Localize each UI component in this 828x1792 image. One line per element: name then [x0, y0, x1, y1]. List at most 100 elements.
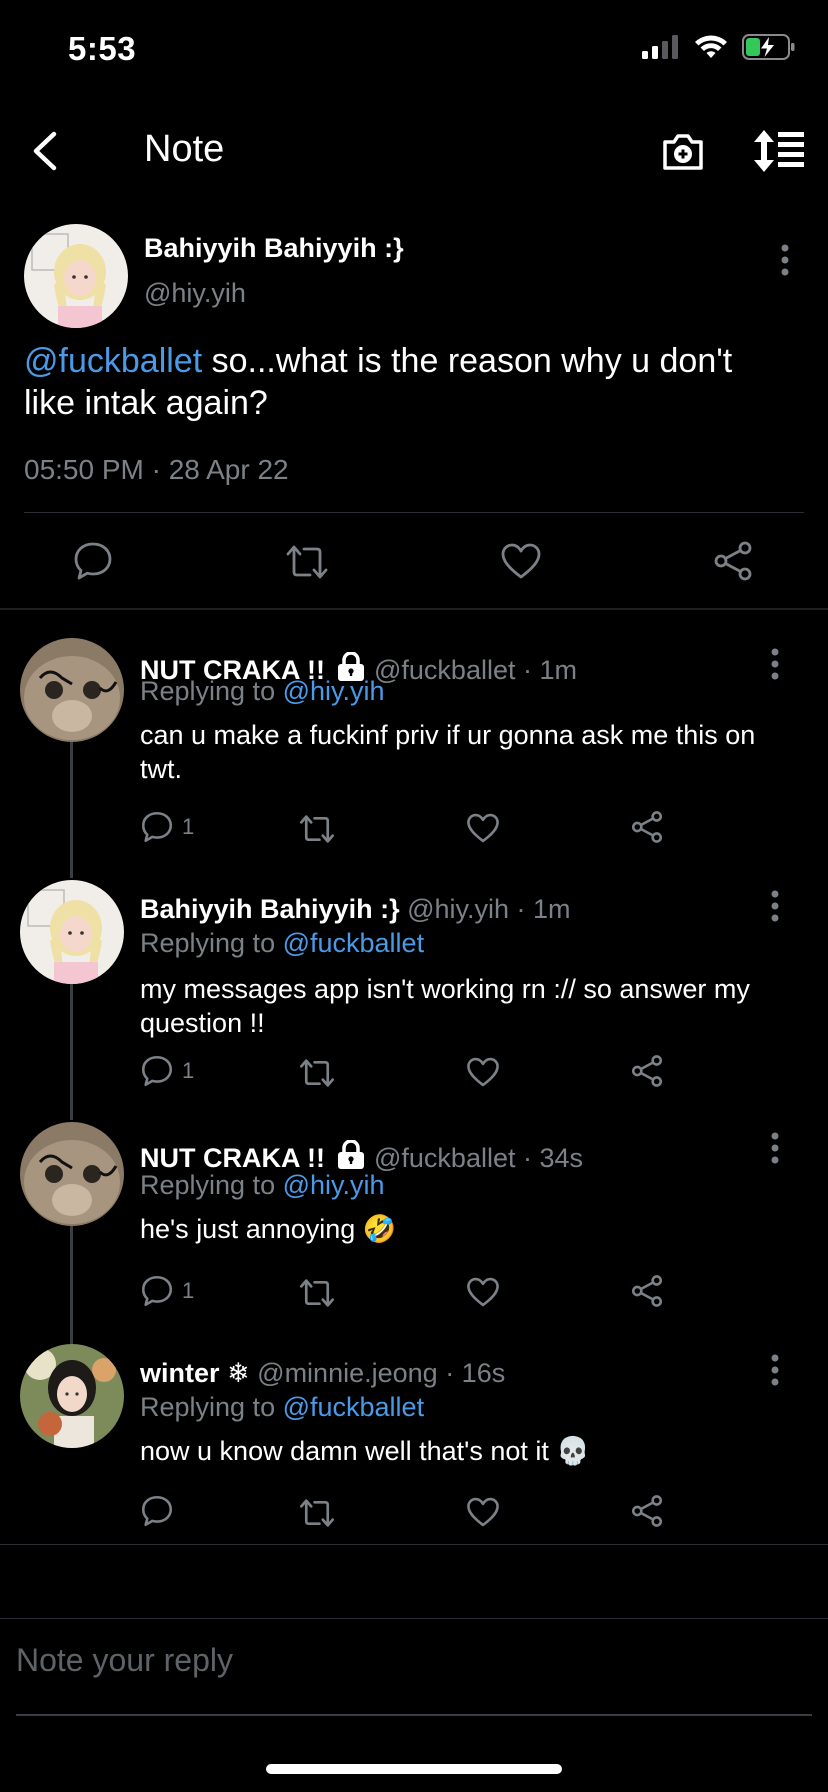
input-underline [16, 1714, 812, 1716]
section-divider [0, 1618, 828, 1619]
more-icon[interactable] [762, 1350, 788, 1390]
reply-actions [140, 1494, 680, 1534]
author-handle[interactable]: @fuckballet [374, 1143, 515, 1173]
reply-time: · 1m [523, 655, 577, 685]
reply-header: winter ❄ @minnie.jeong · 16s [140, 1358, 505, 1389]
tweet-text: @fuckballet so...what is the reason why … [24, 340, 784, 424]
avatar[interactable] [24, 224, 128, 328]
list-item[interactable]: winter ❄ @minnie.jeong · 16s Replying to… [0, 1344, 828, 1574]
share-icon[interactable] [712, 540, 754, 582]
avatar[interactable] [20, 1122, 124, 1226]
retweet-icon[interactable] [298, 1276, 336, 1310]
replying-to-link[interactable]: @hiy.yih [283, 1170, 385, 1200]
replying-prefix: Replying to [140, 1170, 283, 1200]
comment-button[interactable] [140, 1494, 182, 1528]
author-handle[interactable]: @minnie.jeong [257, 1358, 438, 1388]
reply-text: my messages app isn't working rn :// so … [140, 974, 750, 1038]
heart-icon[interactable] [500, 542, 542, 580]
back-icon[interactable] [26, 128, 66, 174]
lock-icon [336, 1140, 366, 1170]
heart-icon[interactable] [466, 812, 500, 844]
more-icon[interactable] [772, 240, 798, 280]
replying-to-link[interactable]: @fuckballet [283, 1392, 424, 1422]
reply-time: · 16s [445, 1358, 506, 1388]
reply-input[interactable] [16, 1642, 796, 1679]
list-item[interactable]: NUT CRAKA !! @fuckballet · 1m Replying t… [0, 638, 828, 868]
replying-to: Replying to @fuckballet [140, 1392, 424, 1423]
reply-actions: 1 [140, 1054, 680, 1094]
reply-count: 1 [182, 1058, 195, 1083]
share-icon[interactable] [630, 1274, 664, 1308]
author-handle[interactable]: @hiy.yih [407, 894, 509, 924]
list-item[interactable]: NUT CRAKA !! @fuckballet · 34s Replying … [0, 1122, 828, 1352]
avatar-winter-image [20, 1344, 124, 1448]
comment-icon [141, 1055, 173, 1087]
reply-text: now u know damn well that's not it 💀 [140, 1436, 590, 1466]
comment-icon [141, 1495, 173, 1527]
camera-icon[interactable] [660, 128, 706, 174]
comment-button[interactable]: 1 [140, 810, 194, 844]
author-name[interactable]: Bahiyyih Bahiyyih :} [144, 233, 404, 264]
page-title: Note [144, 128, 225, 170]
heart-icon[interactable] [466, 1056, 500, 1088]
battery-icon [742, 34, 795, 60]
reply-text: he's just annoying 🤣 [140, 1214, 397, 1244]
reply-actions: 1 [140, 810, 680, 850]
author-name[interactable]: winter ❄ [140, 1358, 250, 1388]
replying-to: Replying to @fuckballet [140, 928, 424, 959]
share-icon[interactable] [630, 1494, 664, 1528]
author-name[interactable]: Bahiyyih Bahiyyih :} [140, 894, 400, 924]
reply-text: can u make a fuckinf priv if ur gonna as… [140, 720, 756, 784]
retweet-icon[interactable] [298, 812, 336, 846]
sort-icon[interactable] [752, 128, 806, 174]
reply-time: · 34s [523, 1143, 584, 1173]
share-icon[interactable] [630, 810, 664, 844]
more-icon[interactable] [762, 1128, 788, 1168]
home-indicator[interactable] [266, 1764, 562, 1774]
section-divider [0, 1544, 828, 1545]
replying-to: Replying to @hiy.yih [140, 1170, 385, 1201]
avatar-blonde-image [20, 880, 124, 984]
status-time: 5:53 [68, 30, 137, 67]
heart-icon[interactable] [466, 1496, 500, 1528]
avatar-cat-image [20, 638, 124, 742]
reply-count: 1 [182, 1278, 195, 1303]
heart-icon[interactable] [466, 1276, 500, 1308]
replying-to-link[interactable]: @hiy.yih [283, 676, 385, 706]
share-icon[interactable] [630, 1054, 664, 1088]
more-icon[interactable] [762, 644, 788, 684]
divider [24, 512, 804, 513]
avatar[interactable] [20, 638, 124, 742]
reply-actions: 1 [140, 1274, 680, 1314]
reply-header: NUT CRAKA !! @fuckballet · 34s [140, 1140, 583, 1174]
reply-header: Bahiyyih Bahiyyih :} @hiy.yih · 1m [140, 894, 571, 925]
reply-time: · 1m [516, 894, 571, 924]
avatar-blonde-image [24, 224, 128, 328]
retweet-icon[interactable] [298, 1056, 336, 1090]
list-item[interactable]: Bahiyyih Bahiyyih :} @hiy.yih · 1m Reply… [0, 880, 828, 1110]
replying-prefix: Replying to [140, 1392, 283, 1422]
author-handle[interactable]: @hiy.yih [144, 278, 246, 309]
tweet-actions [0, 536, 828, 586]
avatar-cat-image [20, 1122, 124, 1226]
mention-link[interactable]: @fuckballet [24, 342, 202, 380]
author-name[interactable]: NUT CRAKA !! [140, 1143, 325, 1173]
replying-prefix: Replying to [140, 676, 283, 706]
author-handle[interactable]: @fuckballet [374, 655, 515, 685]
replying-prefix: Replying to [140, 928, 283, 958]
more-icon[interactable] [762, 886, 788, 926]
retweet-icon[interactable] [298, 1496, 336, 1530]
signal-icon [642, 35, 678, 59]
avatar[interactable] [20, 1344, 124, 1448]
tweet-timestamp: 05:50 PM · 28 Apr 22 [24, 454, 289, 485]
comment-icon [141, 811, 173, 843]
section-divider [0, 608, 828, 610]
avatar[interactable] [20, 880, 124, 984]
replying-to: Replying to @hiy.yih [140, 676, 385, 707]
comment-button[interactable]: 1 [140, 1054, 194, 1088]
wifi-icon [695, 35, 727, 58]
comment-icon[interactable] [72, 540, 114, 582]
retweet-icon[interactable] [284, 542, 330, 582]
comment-button[interactable]: 1 [140, 1274, 194, 1308]
replying-to-link[interactable]: @fuckballet [283, 928, 424, 958]
